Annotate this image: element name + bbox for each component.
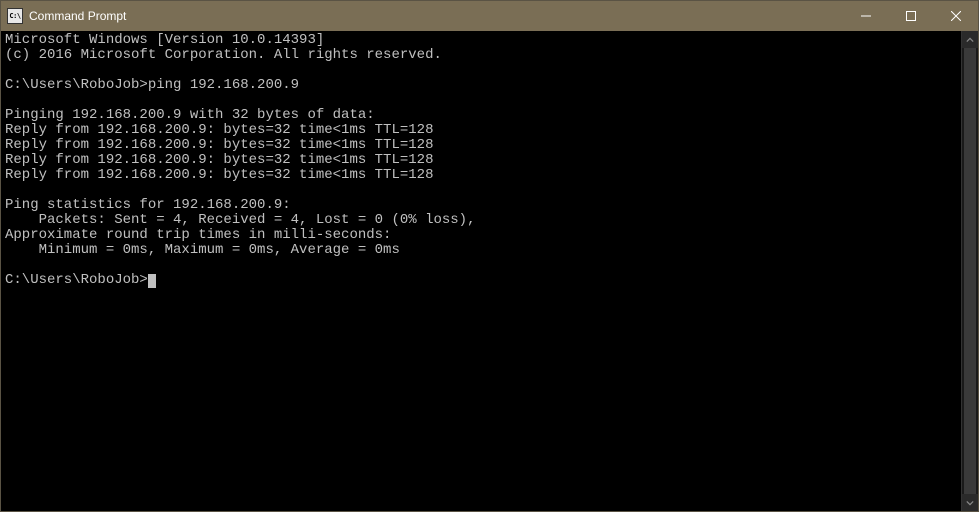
maximize-icon	[906, 11, 916, 21]
scroll-up-button[interactable]	[962, 31, 978, 48]
close-icon	[951, 11, 961, 21]
content-area: Microsoft Windows [Version 10.0.14393] (…	[1, 31, 978, 511]
chevron-up-icon	[966, 36, 974, 44]
vertical-scrollbar[interactable]	[961, 31, 978, 511]
close-button[interactable]	[933, 1, 978, 31]
minimize-icon	[861, 11, 871, 21]
app-icon: C:\	[7, 8, 23, 24]
window-controls	[843, 1, 978, 31]
command-prompt-window: C:\ Command Prompt Microsoft Windows [Ve…	[0, 0, 979, 512]
scroll-thumb[interactable]	[964, 48, 976, 494]
window-title: Command Prompt	[29, 9, 843, 23]
chevron-down-icon	[966, 499, 974, 507]
scroll-track[interactable]	[962, 48, 978, 494]
terminal-output[interactable]: Microsoft Windows [Version 10.0.14393] (…	[1, 31, 961, 511]
scroll-down-button[interactable]	[962, 494, 978, 511]
maximize-button[interactable]	[888, 1, 933, 31]
text-cursor	[148, 274, 156, 288]
titlebar[interactable]: C:\ Command Prompt	[1, 1, 978, 31]
minimize-button[interactable]	[843, 1, 888, 31]
app-icon-label: C:\	[9, 13, 20, 20]
